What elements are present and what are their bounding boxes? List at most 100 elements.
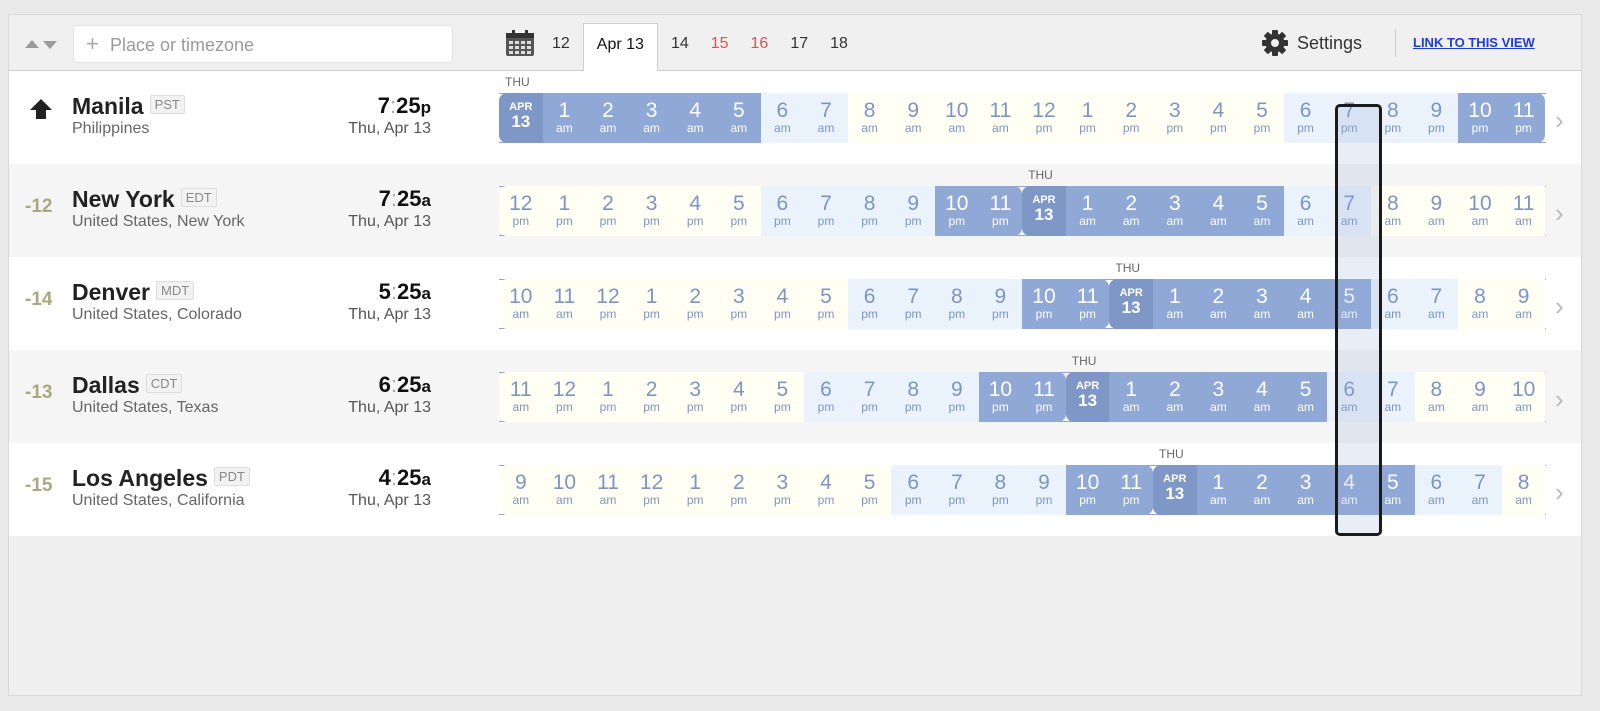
hour-cell[interactable]: 10 pm [1458, 93, 1502, 143]
hour-cell[interactable]: 3 am [629, 93, 674, 143]
hour-cell[interactable]: 4 pm [673, 186, 717, 236]
hour-cell[interactable]: 5 pm [847, 465, 892, 515]
timezone-row[interactable]: -13 Dallas CDT United States, Texas 6:25a Thu… [9, 350, 1581, 443]
sort-arrows[interactable] [25, 40, 61, 50]
city-name[interactable]: Dallas CDT [72, 372, 183, 399]
hour-cell[interactable]: 8 am [847, 93, 892, 143]
hour-cell[interactable]: 9 am [1501, 279, 1546, 329]
day-tab-14[interactable]: 14 [660, 23, 700, 71]
day-tab-16[interactable]: 16 [740, 23, 780, 71]
hour-cell[interactable]: 9 am [1414, 186, 1459, 236]
hour-cell[interactable]: 3 pm [717, 279, 761, 329]
hour-cell[interactable]: 5 am [717, 93, 761, 143]
city-name[interactable]: New York EDT [72, 186, 217, 213]
hour-cell[interactable]: 2 am [586, 93, 630, 143]
hour-cell[interactable]: 11 am [1501, 186, 1546, 236]
city-name[interactable]: Manila PST [72, 93, 185, 120]
chevron-right-icon[interactable]: › [1555, 477, 1564, 508]
timezone-row[interactable]: Manila PST Philippines 7:25p Thu, Apr 13 THU A… [9, 71, 1581, 164]
hour-cell[interactable]: 8 am [1501, 465, 1546, 515]
hour-cell[interactable]: 2 am [1153, 372, 1197, 422]
city-name[interactable]: Los Angeles PDT [72, 465, 250, 492]
sort-up-icon[interactable] [25, 40, 39, 48]
timezone-row[interactable]: -14 Denver MDT United States, Colorado 5:25a… [9, 257, 1581, 350]
hour-cell[interactable]: 9 am [1458, 372, 1502, 422]
chevron-right-icon[interactable]: › [1555, 384, 1564, 415]
hour-cell[interactable]: 10 pm [1065, 465, 1110, 515]
day-tab-apr-13[interactable]: Apr 13 [582, 23, 658, 72]
hour-cell[interactable]: 3 am [1240, 279, 1284, 329]
day-tab-15[interactable]: 15 [700, 23, 740, 71]
hour-cell[interactable]: 1 am [1065, 186, 1110, 236]
hour-cell[interactable]: 7 am [1414, 279, 1459, 329]
hour-cell[interactable]: 11 am [542, 279, 587, 329]
hour-cell[interactable]: 5 pm [804, 279, 848, 329]
day-tab-12[interactable]: 12 [541, 23, 581, 71]
hour-cell[interactable]: 10 pm [935, 186, 979, 236]
hour-cell[interactable]: 4 am [1240, 372, 1284, 422]
hour-cell[interactable]: 8 am [1414, 372, 1459, 422]
hour-cell[interactable]: 7 pm [1327, 93, 1371, 143]
date-cell[interactable]: APR 13 [499, 93, 543, 143]
hour-cell[interactable]: 10 am [935, 93, 979, 143]
hour-cell[interactable]: 8 pm [978, 465, 1023, 515]
hour-cell[interactable]: 1 am [1109, 372, 1153, 422]
hour-cell[interactable]: 10 am [542, 465, 587, 515]
hour-cell[interactable]: 11 pm [1065, 279, 1110, 329]
date-cell[interactable]: APR 13 [1109, 279, 1153, 329]
hour-cell[interactable]: 12 pm [499, 186, 543, 236]
hour-cell[interactable]: 5 pm [717, 186, 761, 236]
hour-cell[interactable]: 9 pm [1414, 93, 1459, 143]
hour-cell[interactable]: 6 pm [760, 186, 805, 236]
hour-cell[interactable]: 9 pm [891, 186, 935, 236]
hour-cell[interactable]: 2 am [1196, 279, 1241, 329]
hour-cell[interactable]: 11 pm [1501, 93, 1546, 143]
hour-cell[interactable]: 9 pm [1022, 465, 1066, 515]
hour-cell[interactable]: 11 am [499, 372, 543, 422]
hour-cell[interactable]: 6 pm [804, 372, 848, 422]
hour-cell[interactable]: 1 am [542, 93, 587, 143]
timezone-row[interactable]: -12 New York EDT United States, New York 7:2… [9, 164, 1581, 257]
hour-cell[interactable]: 2 pm [673, 279, 717, 329]
hour-cell[interactable]: 1 pm [586, 372, 630, 422]
calendar-icon[interactable] [505, 30, 535, 57]
hour-cell[interactable]: 7 pm [847, 372, 892, 422]
hour-cell[interactable]: 3 pm [629, 186, 674, 236]
hour-cell[interactable]: 6 am [1283, 186, 1328, 236]
hour-cell[interactable]: 6 pm [891, 465, 935, 515]
hour-cell[interactable]: 2 pm [586, 186, 630, 236]
hour-cell[interactable]: 6 pm [847, 279, 892, 329]
hour-cell[interactable]: 4 pm [760, 279, 805, 329]
hour-cell[interactable]: 8 am [1458, 279, 1502, 329]
hour-cell[interactable]: 11 pm [1109, 465, 1153, 515]
chevron-right-icon[interactable]: › [1555, 291, 1564, 322]
hour-cell[interactable]: 8 pm [891, 372, 935, 422]
hour-cell[interactable]: 6 am [1414, 465, 1459, 515]
hour-cell[interactable]: 2 pm [717, 465, 761, 515]
hour-cell[interactable]: 7 pm [891, 279, 935, 329]
search-input[interactable] [110, 32, 440, 58]
hour-cell[interactable]: 9 am [891, 93, 935, 143]
hour-cell[interactable]: 7 am [804, 93, 848, 143]
hour-cell[interactable]: 1 pm [542, 186, 587, 236]
search-box[interactable]: + [73, 25, 453, 63]
city-name[interactable]: Denver MDT [72, 279, 195, 306]
day-tab-17[interactable]: 17 [779, 23, 819, 71]
hour-cell[interactable]: 3 pm [673, 372, 717, 422]
hour-cell[interactable]: 2 pm [1109, 93, 1153, 143]
day-tab-18[interactable]: 18 [819, 23, 859, 71]
settings-button[interactable]: Settings [1261, 29, 1362, 57]
hour-cell[interactable]: 12 pm [586, 279, 630, 329]
hour-cell[interactable]: 11 am [586, 465, 630, 515]
hour-cell[interactable]: 7 pm [804, 186, 848, 236]
hour-cell[interactable]: 10 am [1501, 372, 1546, 422]
hour-cell[interactable]: 11 pm [978, 186, 1023, 236]
hour-cell[interactable]: 3 am [1196, 372, 1241, 422]
hour-cell[interactable]: 3 pm [760, 465, 805, 515]
hour-cell[interactable]: 10 am [499, 279, 543, 329]
hour-cell[interactable]: 12 pm [542, 372, 587, 422]
hour-cell[interactable]: 4 am [1327, 465, 1371, 515]
hour-cell[interactable]: 1 pm [1065, 93, 1110, 143]
hour-cell[interactable]: 2 am [1240, 465, 1284, 515]
hour-cell[interactable]: 4 pm [1196, 93, 1241, 143]
